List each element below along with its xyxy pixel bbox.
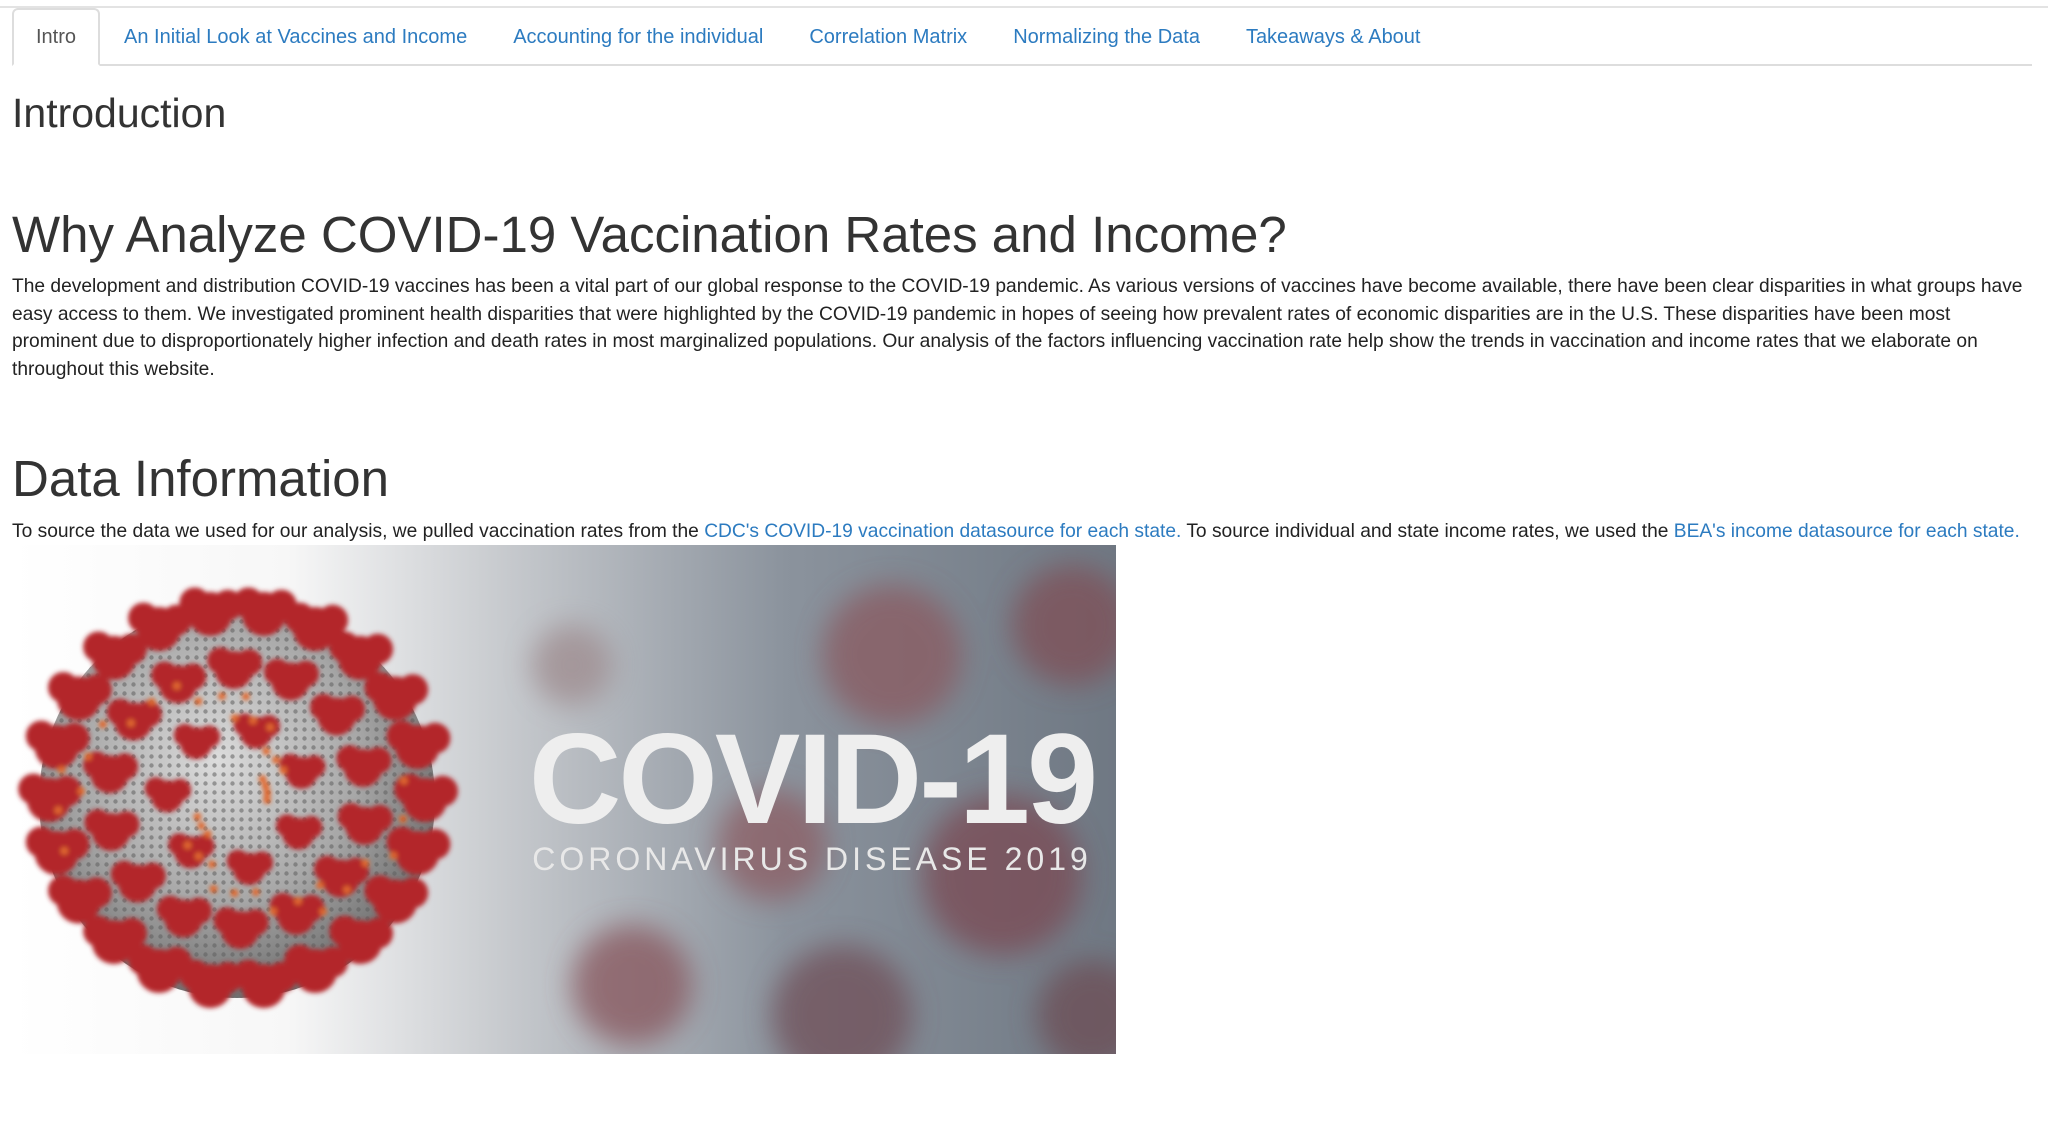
envelope-protein-dot	[263, 789, 272, 797]
envelope-protein-dot	[269, 907, 278, 916]
envelope-protein-dot	[262, 747, 271, 756]
envelope-protein-dot	[209, 885, 218, 893]
tab-intro[interactable]: Intro	[12, 8, 101, 66]
envelope-protein-dot	[230, 714, 239, 722]
envelope-protein-dot	[241, 692, 250, 701]
tab-bar: Intro An Initial Look at Vaccines and In…	[12, 8, 2032, 66]
source-text-middle: To source individual and state income ra…	[1181, 521, 1674, 542]
source-text-before: To source the data we used for our analy…	[12, 521, 705, 542]
envelope-protein-dot	[294, 897, 302, 905]
envelope-protein-dot	[261, 781, 270, 790]
envelope-protein-dot	[183, 841, 192, 850]
envelope-protein-dot	[258, 775, 267, 784]
envelope-protein-dot	[230, 889, 239, 897]
envelope-protein-dot	[316, 881, 324, 890]
envelope-protein-dot	[208, 860, 216, 869]
intro-paragraph: The development and distribution COVID-1…	[12, 276, 2023, 380]
envelope-protein-dot	[249, 716, 257, 725]
envelope-protein-dot	[193, 812, 202, 821]
envelope-protein-dot	[218, 692, 226, 701]
envelope-protein-dot	[147, 697, 156, 706]
tab-initial-look[interactable]: An Initial Look at Vaccines and Income	[102, 10, 489, 64]
envelope-protein-dot	[398, 814, 407, 823]
envelope-protein-dot	[98, 720, 107, 729]
envelope-protein-dot	[57, 765, 66, 774]
envelope-protein-dot	[77, 787, 86, 796]
envelope-protein-dot	[319, 907, 328, 916]
envelope-protein-dot	[203, 830, 212, 838]
envelope-protein-dot	[194, 852, 203, 861]
envelope-protein-dot	[197, 821, 206, 830]
bea-datasource-link[interactable]: BEA's income datasource for each state.	[1674, 521, 2020, 542]
envelope-protein-dot	[343, 885, 351, 894]
tab-takeaways-about[interactable]: Takeaways & About	[1224, 10, 1443, 64]
envelope-protein-dot	[361, 859, 370, 867]
tab-accounting-individual[interactable]: Accounting for the individual	[491, 10, 785, 64]
tab-normalizing-data[interactable]: Normalizing the Data	[991, 10, 1222, 64]
envelope-protein-dot	[194, 697, 203, 706]
envelope-protein-dot	[251, 888, 260, 897]
spike-protein	[233, 959, 297, 1009]
covid-banner-image: COVID-19 CORONAVIRUS DISEASE 2019	[12, 545, 1116, 1054]
envelope-protein-dot	[60, 846, 69, 855]
envelope-protein-dot	[266, 723, 275, 732]
envelope-protein-dot	[389, 851, 398, 860]
virus-illustration	[18, 587, 458, 1009]
envelope-protein-dot	[54, 806, 63, 815]
tab-correlation-matrix[interactable]: Correlation Matrix	[787, 10, 989, 64]
why-heading: Why Analyze COVID-19 Vaccination Rates a…	[12, 206, 1287, 263]
cdc-datasource-link[interactable]: CDC's COVID-19 vaccination datasource fo…	[704, 521, 1181, 542]
envelope-protein-dot	[263, 796, 271, 804]
banner-title: COVID-19	[529, 708, 1095, 851]
envelope-protein-dot	[272, 755, 280, 764]
banner-subtitle: CORONAVIRUS DISEASE 2019	[532, 841, 1092, 877]
envelope-protein-dot	[126, 719, 135, 728]
data-information-heading: Data Information	[12, 450, 390, 507]
page-title: Introduction	[12, 90, 227, 136]
envelope-protein-dot	[84, 752, 93, 761]
data-source-text: To source the data we used for our analy…	[12, 518, 2042, 545]
envelope-protein-dot	[172, 681, 181, 690]
envelope-protein-dot	[399, 776, 408, 785]
envelope-protein-dot	[279, 766, 288, 775]
